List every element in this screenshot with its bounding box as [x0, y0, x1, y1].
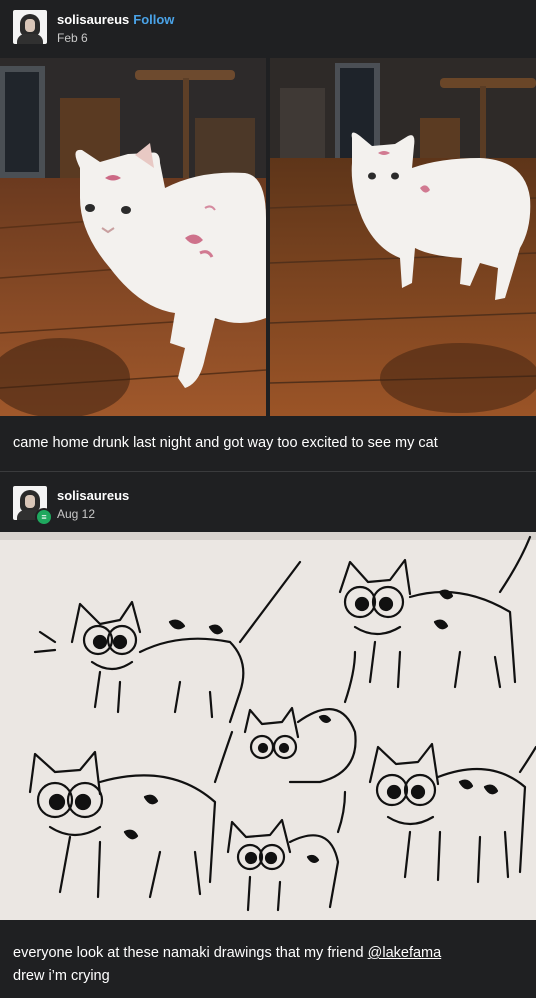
username[interactable]: solisaureus: [57, 488, 129, 503]
post-header: solisaureus Follow Feb 6: [0, 0, 536, 58]
post-header: ≡ solisaureus Aug 12: [0, 476, 536, 534]
username[interactable]: solisaureus Follow: [57, 12, 174, 27]
cat-photos: [0, 58, 536, 416]
photo-right: [269, 58, 536, 416]
username-text[interactable]: solisaureus: [57, 12, 129, 27]
green-badge-icon: ≡: [35, 508, 53, 526]
caption-text-end: drew i’m crying: [13, 968, 110, 984]
photo-set[interactable]: [0, 58, 536, 416]
mention-link[interactable]: @lakefama: [368, 945, 442, 961]
photo-left: [0, 58, 267, 416]
follow-button[interactable]: Follow: [133, 12, 174, 27]
avatar-body: [17, 34, 43, 44]
caption-text: everyone look at these namaki drawings t…: [13, 945, 368, 961]
post-divider: [0, 471, 536, 472]
post-date[interactable]: Feb 6: [57, 31, 88, 45]
post-caption: came home drunk last night and got way t…: [13, 435, 438, 451]
avatar-face: [25, 495, 35, 508]
avatar-face: [25, 19, 35, 32]
post-caption: everyone look at these namaki drawings t…: [13, 942, 523, 988]
avatar[interactable]: [13, 10, 47, 44]
cat-drawings: [0, 532, 536, 920]
drawing-image[interactable]: [0, 532, 536, 920]
post-date[interactable]: Aug 12: [57, 507, 95, 521]
